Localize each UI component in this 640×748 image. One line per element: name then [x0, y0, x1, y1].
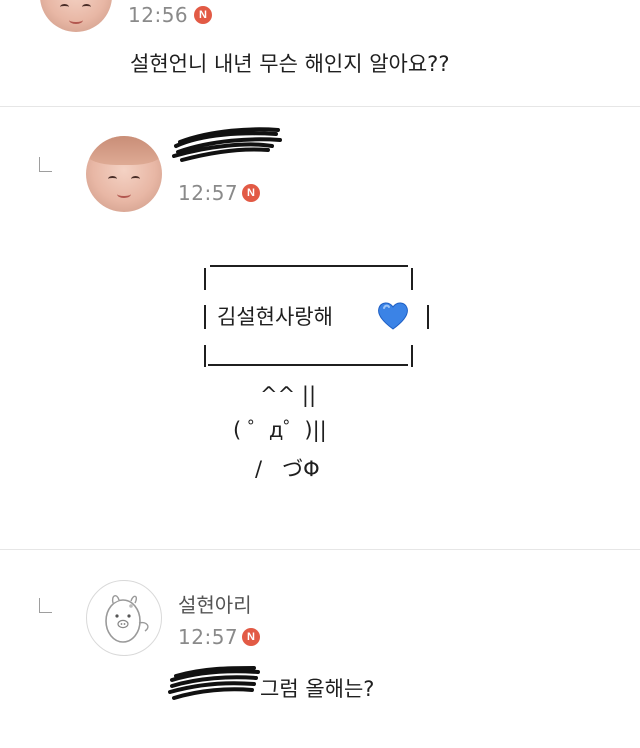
avatar[interactable] [40, 0, 112, 32]
scribble-redaction [172, 127, 282, 162]
comment-time: 12:57 [178, 181, 239, 205]
comment-text: 그럼 올해는? [260, 677, 375, 701]
reply-icon [39, 598, 52, 613]
nickname[interactable]: 설현아리 [178, 589, 252, 618]
divider [0, 549, 640, 550]
box-right-bar [411, 268, 413, 290]
box-bottom-line [208, 364, 408, 366]
box-right-bar [411, 345, 413, 367]
box-left-bar [204, 268, 206, 290]
character-icon [105, 595, 149, 643]
blue-heart-icon [378, 302, 408, 330]
reply-icon [39, 157, 52, 172]
box-left-bar [204, 345, 206, 367]
ascii-art-line: ^^ || [260, 383, 317, 407]
comment-text: 설현언니 내년 무슨 해인지 알아요?? [130, 52, 450, 76]
ascii-art-line: / づΦ [255, 457, 320, 481]
box-right-bar [427, 305, 429, 329]
box-left-bar [204, 305, 206, 329]
scribble-redaction [168, 666, 260, 700]
new-badge: N [194, 6, 212, 24]
comment-thread: 12:56 N 설현언니 내년 무슨 해인지 알아요?? 12:57 N 김설현… [0, 0, 640, 748]
divider [0, 106, 640, 107]
avatar[interactable] [86, 580, 162, 656]
avatar[interactable] [86, 136, 162, 212]
box-text: 김설현사랑해 [217, 305, 333, 329]
new-badge: N [242, 628, 260, 646]
comment-time: 12:56 [128, 3, 189, 27]
comment-time: 12:57 [178, 625, 239, 649]
ascii-art-line: ( ゜д゜)|| [233, 418, 327, 442]
new-badge: N [242, 184, 260, 202]
box-top-line [210, 265, 408, 267]
